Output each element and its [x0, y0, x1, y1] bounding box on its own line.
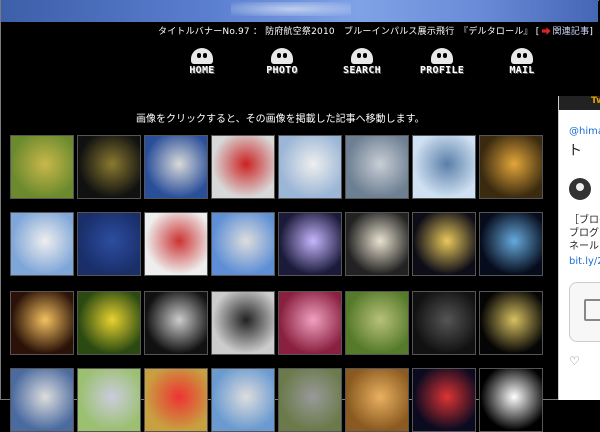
gallery-thumbnail[interactable] [10, 135, 74, 199]
bracket-open: [ [535, 27, 540, 37]
main-nav: HOME PHOTO SEARCH PROFILE MAIL [0, 48, 560, 78]
gallery-thumbnail[interactable] [77, 291, 141, 355]
nav-profile[interactable]: PROFILE [414, 48, 470, 76]
gallery-thumbnail[interactable] [345, 212, 409, 276]
gallery-thumbnail[interactable] [345, 135, 409, 199]
gallery-thumbnail[interactable] [77, 368, 141, 432]
gallery-thumbnail[interactable] [211, 291, 275, 355]
ghost-icon [271, 48, 293, 64]
ghost-icon [431, 48, 453, 64]
ghost-icon [351, 48, 373, 64]
gallery-thumbnail[interactable] [211, 212, 275, 276]
nav-photo[interactable]: PHOTO [254, 48, 310, 76]
nav-search-label: SEARCH [343, 65, 381, 76]
nav-photo-label: PHOTO [266, 65, 298, 76]
gallery-thumbnail[interactable] [412, 212, 476, 276]
gallery-thumbnail[interactable] [144, 135, 208, 199]
gallery-thumbnail[interactable] [278, 135, 342, 199]
tweet-line-2: ブログL [569, 228, 600, 239]
related-article-link[interactable]: 関連記事 [553, 27, 590, 37]
tweet-line-3: ネールィ [569, 241, 600, 252]
tweet-link[interactable]: bit.ly/2y [569, 256, 600, 267]
widget-title: ト [568, 143, 582, 159]
gallery-thumbnail[interactable] [479, 291, 543, 355]
ghost-icon [191, 48, 213, 64]
gallery-thumbnail[interactable] [278, 368, 342, 432]
gallery-thumbnail[interactable] [479, 135, 543, 199]
gallery-thumbnail[interactable] [144, 368, 208, 432]
widget-header-label: Tw [591, 96, 600, 106]
twitter-handle-link[interactable]: @himaj [569, 126, 600, 137]
gallery-thumbnail[interactable] [144, 212, 208, 276]
gallery-thumbnail[interactable] [278, 212, 342, 276]
avatar[interactable] [569, 178, 591, 200]
document-icon [584, 299, 600, 321]
gallery-thumbnail[interactable] [412, 291, 476, 355]
ghost-icon [511, 48, 533, 64]
nav-mail[interactable]: MAIL [494, 48, 550, 76]
gallery-thumbnail[interactable] [77, 135, 141, 199]
gallery-thumbnail[interactable] [144, 291, 208, 355]
nav-home-label: HOME [189, 65, 215, 76]
nav-mail-label: MAIL [509, 65, 535, 76]
gallery-thumbnail[interactable] [345, 368, 409, 432]
banner-caption: タイトルバナーNo.97 ： 防府航空祭2010 ブルーインパルス展示飛行 『デ… [158, 24, 593, 37]
nav-home[interactable]: HOME [174, 48, 230, 76]
tweet-line-1: ［ブログ [569, 215, 600, 226]
banner-caption-text: タイトルバナーNo.97 ： 防府航空祭2010 ブルーインパルス展示飛行 『デ… [158, 27, 533, 37]
gallery-thumbnail[interactable] [412, 368, 476, 432]
title-banner[interactable] [1, 0, 598, 22]
gallery-thumbnail[interactable] [77, 212, 141, 276]
gallery-thumbnail[interactable] [10, 212, 74, 276]
arrow-right-icon [541, 27, 551, 35]
gallery-thumbnail[interactable] [211, 135, 275, 199]
gallery-thumbnail[interactable] [10, 368, 74, 432]
nav-search[interactable]: SEARCH [334, 48, 390, 76]
gallery-thumbnail[interactable] [479, 368, 543, 432]
gallery-thumbnail[interactable] [211, 368, 275, 432]
gallery-thumbnail[interactable] [412, 135, 476, 199]
gallery-thumbnail[interactable] [345, 291, 409, 355]
twitter-widget: Tw @himaj ト ［ブログ ブログL ネールィ bit.ly/2y ♡ [558, 96, 600, 400]
gallery-instruction: 画像をクリックすると、その画像を掲載した記事へ移動します。 [136, 114, 425, 125]
link-card[interactable] [569, 282, 600, 342]
bracket-close: ] [589, 27, 594, 37]
gallery-thumbnail[interactable] [10, 291, 74, 355]
widget-header: Tw [559, 96, 600, 110]
nav-profile-label: PROFILE [419, 65, 465, 76]
heart-icon[interactable]: ♡ [569, 354, 580, 368]
gallery-thumbnail[interactable] [278, 291, 342, 355]
gallery-thumbnail[interactable] [479, 212, 543, 276]
